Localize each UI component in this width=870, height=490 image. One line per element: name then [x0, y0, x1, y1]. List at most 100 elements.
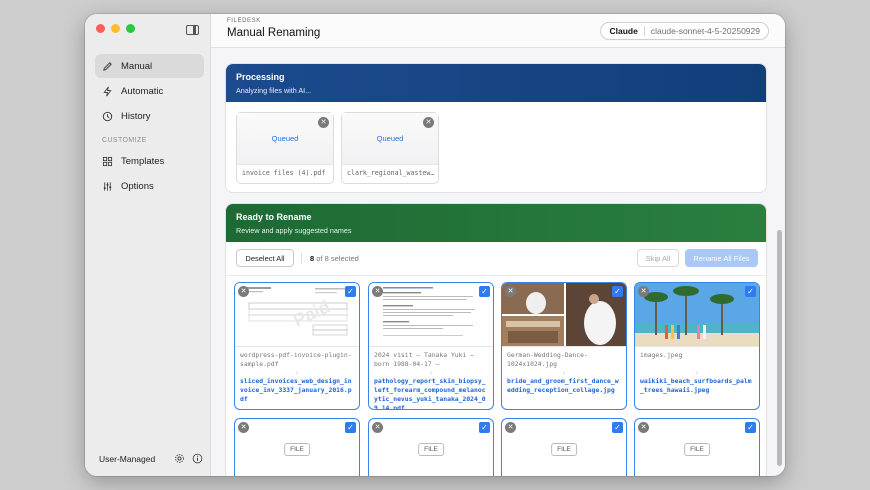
ready-header: Ready to Rename Review and apply suggest…: [226, 204, 766, 242]
file-thumbnail: ✕ ✓: [635, 283, 759, 347]
remove-file-button[interactable]: ✕: [238, 422, 249, 433]
file-thumbnail: FILE ✕ ✓: [502, 419, 626, 476]
model-selector[interactable]: Claude claude-sonnet-4-5-20250929: [600, 22, 769, 40]
main-content: FILEDESK Manual Renaming Claude claude-s…: [211, 14, 785, 476]
page-title: Manual Renaming: [227, 27, 321, 39]
arrow-down-icon: ↓: [295, 369, 299, 376]
queued-file-tile: Queued invoice files (4).pdf ✕: [236, 112, 334, 184]
select-checkbox[interactable]: ✓: [479, 422, 490, 433]
pencil-icon: [102, 61, 113, 72]
queued-filename: invoice files (4).pdf: [242, 169, 326, 177]
file-thumbnail: Paid ✕ ✓: [235, 283, 359, 347]
user-mode-label: User-Managed: [99, 453, 156, 464]
zoom-window-button[interactable]: [126, 24, 135, 33]
processing-subtitle: Analyzing files with AI...: [236, 86, 312, 95]
sliders-icon: [102, 181, 113, 192]
select-checkbox[interactable]: ✓: [612, 422, 623, 433]
file-thumbnail: FILE ✕ ✓: [235, 419, 359, 476]
file-suggestion-card[interactable]: FILE ✕ ✓: [234, 418, 360, 476]
select-checkbox[interactable]: ✓: [612, 286, 623, 297]
header: FILEDESK Manual Renaming Claude claude-s…: [211, 14, 785, 48]
file-suggestion-card[interactable]: FILE ✕ ✓: [501, 418, 627, 476]
rename-toolbar: Deselect All 8 of 8 selected Skip All Re…: [226, 242, 766, 276]
ready-card: Ready to Rename Review and apply suggest…: [225, 203, 767, 476]
skip-all-button[interactable]: Skip All: [637, 249, 679, 267]
close-window-button[interactable]: [96, 24, 105, 33]
sidebar-item-options[interactable]: Options: [95, 174, 204, 198]
file-type-badge: FILE: [551, 443, 577, 456]
file-thumbnail: FILE ✕ ✓: [369, 419, 493, 476]
remove-file-button[interactable]: ✕: [423, 117, 434, 128]
remove-file-button[interactable]: ✕: [505, 286, 516, 297]
document-preview-image: [369, 283, 493, 346]
select-checkbox[interactable]: ✓: [345, 286, 356, 297]
sidebar-item-automatic[interactable]: Automatic: [95, 79, 204, 103]
sidebar-item-label: History: [121, 110, 151, 122]
invoice-preview-image: Paid: [235, 283, 359, 346]
queued-filename: clark_regional_wastew…: [347, 169, 435, 177]
app-name: FILEDESK: [227, 18, 261, 24]
sidebar-item-label: Manual: [121, 60, 153, 72]
remove-file-button[interactable]: ✕: [372, 286, 383, 297]
processing-card: Processing Analyzing files with AI... Qu…: [225, 63, 767, 193]
sidebar-section-label: CUSTOMIZE: [102, 137, 147, 144]
file-suggestion-card[interactable]: ✕ ✓ German-Wedding-Dance-1024x1024.jpg ↓…: [501, 282, 627, 410]
app-window: Manual Automatic History CUSTOMIZE Templ…: [85, 14, 785, 476]
remove-file-button[interactable]: ✕: [505, 422, 516, 433]
remove-file-button[interactable]: ✕: [638, 286, 649, 297]
gear-icon[interactable]: [174, 453, 185, 464]
select-checkbox[interactable]: ✓: [745, 422, 756, 433]
file-thumbnail: ✕ ✓: [502, 283, 626, 347]
ready-title: Ready to Rename: [236, 212, 312, 222]
queued-files: Queued invoice files (4).pdf ✕ Queued cl…: [226, 102, 766, 192]
queued-status: Queued: [271, 134, 299, 143]
arrow-down-icon: ↓: [695, 369, 699, 376]
queued-file-tile: Queued clark_regional_wastew… ✕: [341, 112, 439, 184]
file-type-badge: FILE: [418, 443, 444, 456]
sidebar-nav: Manual Automatic History CUSTOMIZE Templ…: [95, 54, 204, 199]
original-filename: images.jpeg: [640, 351, 683, 359]
content-scroll-area[interactable]: Processing Analyzing files with AI... Qu…: [211, 48, 785, 476]
sidebar-item-label: Options: [121, 180, 154, 192]
info-icon[interactable]: [192, 453, 203, 464]
beach-photo-image: [635, 283, 759, 346]
select-checkbox[interactable]: ✓: [745, 286, 756, 297]
sidebar-toggle-icon[interactable]: [186, 25, 199, 35]
minimize-window-button[interactable]: [111, 24, 120, 33]
rename-all-button[interactable]: Rename All Files: [685, 249, 758, 267]
deselect-all-button[interactable]: Deselect All: [236, 249, 294, 267]
remove-file-button[interactable]: ✕: [638, 422, 649, 433]
file-suggestion-card[interactable]: ✕ ✓ 2024 visit – Tanaka Yuki – born 1988…: [368, 282, 494, 410]
suggested-filename[interactable]: bride_and_groom_first_dance_wedding_rece…: [502, 377, 626, 395]
selection-count: 8 of 8 selected: [310, 254, 359, 263]
clock-icon: [102, 111, 113, 122]
remove-file-button[interactable]: ✕: [372, 422, 383, 433]
grid-icon: [102, 156, 113, 167]
arrow-down-icon: ↓: [562, 369, 566, 376]
model-name: claude-sonnet-4-5-20250929: [650, 26, 760, 36]
processing-header: Processing Analyzing files with AI...: [226, 64, 766, 102]
select-checkbox[interactable]: ✓: [345, 422, 356, 433]
vertical-scrollbar[interactable]: [777, 230, 782, 466]
file-thumbnail: ✕ ✓: [369, 283, 493, 347]
file-type-badge: FILE: [684, 443, 710, 456]
original-filename: 2024 visit – Tanaka Yuki – born 1988-04-…: [374, 351, 475, 368]
file-suggestion-card[interactable]: FILE ✕ ✓: [368, 418, 494, 476]
sidebar-item-templates[interactable]: Templates: [95, 149, 204, 173]
sidebar-item-history[interactable]: History: [95, 104, 204, 128]
remove-file-button[interactable]: ✕: [318, 117, 329, 128]
select-checkbox[interactable]: ✓: [479, 286, 490, 297]
file-suggestion-card[interactable]: Paid ✕ ✓ wordpress-pdf-invoice-plugin-sa…: [234, 282, 360, 410]
queued-status: Queued: [376, 134, 404, 143]
sidebar-item-manual[interactable]: Manual: [95, 54, 204, 78]
file-suggestion-card[interactable]: ✕ ✓ images.jpeg ↓ waikiki_beach_surfboar…: [634, 282, 760, 410]
wedding-photo-image: [502, 283, 626, 346]
ready-subtitle: Review and apply suggested names: [236, 226, 352, 235]
file-suggestion-card[interactable]: FILE ✕ ✓: [634, 418, 760, 476]
remove-file-button[interactable]: ✕: [238, 286, 249, 297]
processing-title: Processing: [236, 72, 285, 82]
window-controls: [96, 24, 135, 33]
suggested-filename[interactable]: sliced_invoices_web_design_invoice_inv_3…: [235, 377, 359, 404]
suggested-filename[interactable]: waikiki_beach_surfboards_palm_trees_hawa…: [635, 377, 759, 395]
suggested-filename[interactable]: pathology_report_skin_biopsy_left_forear…: [369, 377, 493, 409]
